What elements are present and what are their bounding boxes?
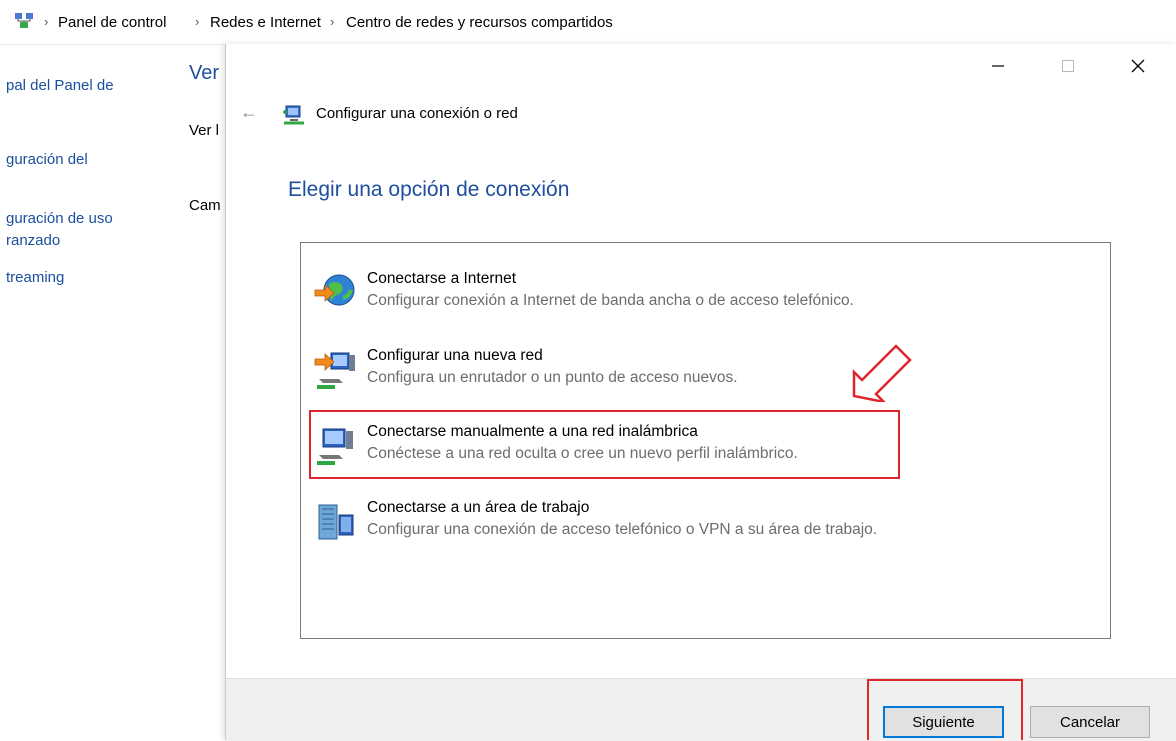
- cancel-button[interactable]: Cancelar: [1030, 706, 1150, 738]
- option-workplace[interactable]: Conectarse a un área de trabajo Configur…: [309, 499, 1099, 561]
- globe-internet-icon: [314, 274, 355, 306]
- option-new-network[interactable]: Configurar una nueva red Configura un en…: [309, 347, 1099, 409]
- sidebar-link-advanced-sharing[interactable]: guración de uso: [6, 210, 113, 227]
- close-button[interactable]: [1115, 44, 1161, 88]
- workplace-icon: [318, 504, 354, 540]
- option-description: Configura un enrutador o un punto de acc…: [367, 369, 738, 386]
- new-network-icon: [314, 352, 355, 389]
- background-text: Ver l: [189, 122, 220, 139]
- sidebar-link-control-panel-home[interactable]: pal del Panel de: [6, 77, 114, 94]
- annotation-arrow-icon: [852, 344, 912, 402]
- option-description: Configurar conexión a Internet de banda …: [367, 292, 854, 309]
- network-setup-icon: [283, 105, 304, 125]
- breadcrumb-item-network-sharing-center[interactable]: Centro de redes y recursos compartidos: [346, 14, 613, 31]
- option-title: Conectarse a un área de trabajo: [367, 499, 590, 516]
- background-heading: Ver: [189, 62, 220, 84]
- background-text: Cam: [189, 197, 221, 214]
- sidebar-link-advanced-sharing-cont[interactable]: ranzado: [6, 232, 60, 249]
- close-icon: [1131, 59, 1145, 73]
- instruction-heading: Elegir una opción de conexión: [288, 178, 570, 201]
- back-button[interactable]: ←: [240, 102, 258, 123]
- option-title: Configurar una nueva red: [367, 347, 543, 364]
- annotation-highlight-next: [867, 679, 1023, 740]
- breadcrumb-separator: ›: [44, 14, 49, 29]
- maximize-icon: [1062, 60, 1074, 72]
- minimize-icon: [992, 65, 1004, 67]
- network-center-icon: [15, 13, 33, 28]
- annotation-highlight-box: [309, 410, 900, 479]
- breadcrumb-separator: ›: [195, 14, 200, 29]
- option-connect-internet[interactable]: Conectarse a Internet Configurar conexió…: [309, 270, 1099, 332]
- address-bar[interactable]: › Panel de control › Redes e Internet › …: [0, 0, 1176, 45]
- sidebar-link-adapter-settings[interactable]: guración del: [6, 151, 88, 168]
- setup-connection-dialog: ← Configurar una conexión o red Elegir u…: [225, 44, 1176, 741]
- dialog-title: Configurar una conexión o red: [316, 105, 518, 122]
- dialog-footer: Siguiente Cancelar: [226, 678, 1176, 741]
- breadcrumb-item-control-panel[interactable]: Panel de control: [58, 14, 166, 31]
- option-title: Conectarse a Internet: [367, 270, 517, 287]
- breadcrumb-separator: ›: [330, 14, 335, 29]
- option-description: Configurar una conexión de acceso telefó…: [367, 521, 878, 538]
- sidebar-link-streaming[interactable]: treaming: [6, 269, 64, 286]
- maximize-button[interactable]: [1045, 44, 1091, 88]
- minimize-button[interactable]: [975, 44, 1021, 88]
- breadcrumb-item-network-internet[interactable]: Redes e Internet: [210, 14, 321, 31]
